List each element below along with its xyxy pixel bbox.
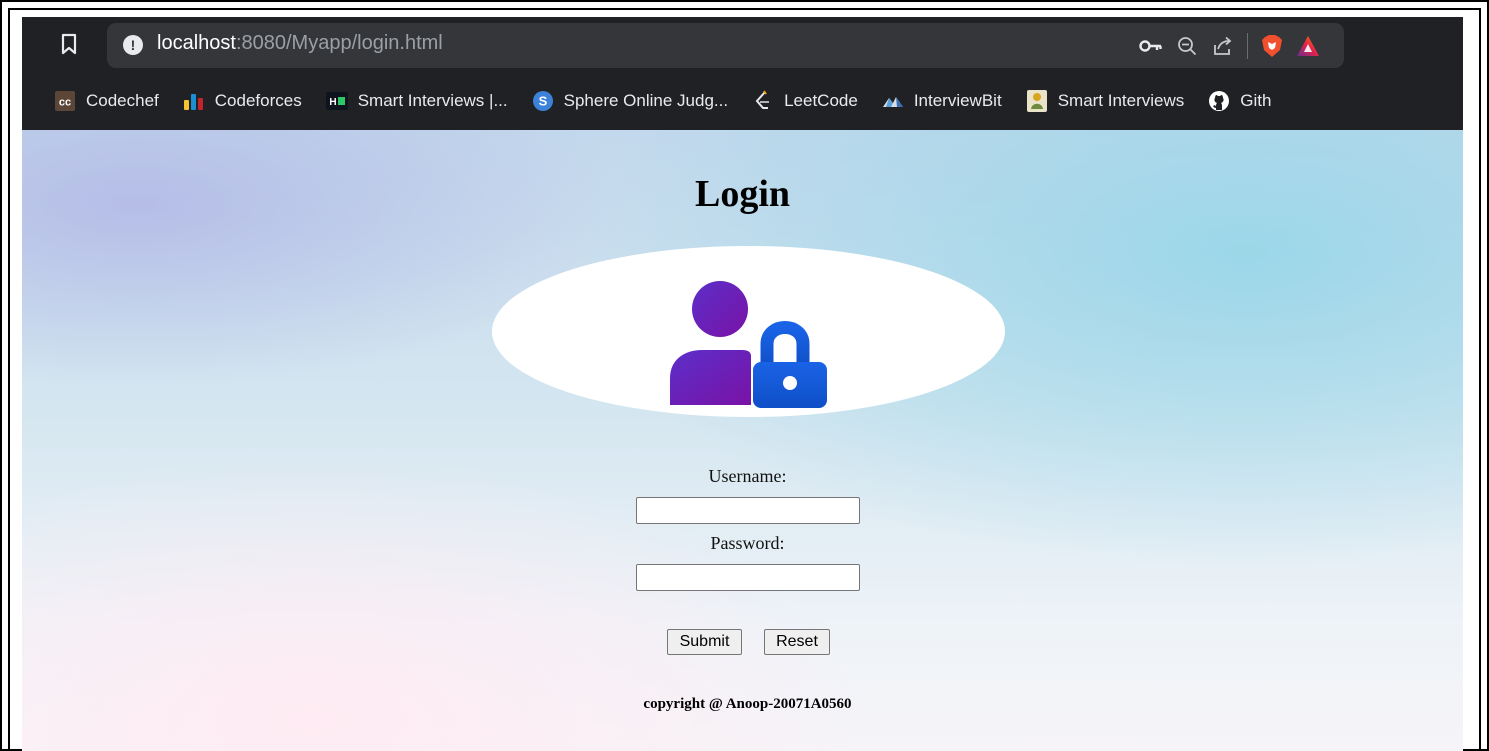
zoom-out-icon[interactable]: [1169, 30, 1205, 62]
brave-rewards-icon[interactable]: [1290, 30, 1326, 62]
bookmark-label: Smart Interviews |...: [357, 91, 508, 110]
address-bar[interactable]: ! localhost:8080/Myapp/login.html: [107, 23, 1344, 68]
bookmark-label: LeetCode: [784, 91, 858, 110]
toolbar-separator: [1247, 33, 1248, 59]
user-lock-icon: [670, 281, 827, 408]
bookmark-icon[interactable]: [56, 31, 82, 57]
url-text[interactable]: localhost:8080/Myapp/login.html: [157, 32, 443, 55]
password-input[interactable]: [636, 564, 860, 591]
svg-text:cc: cc: [59, 97, 71, 109]
page-title: Login: [694, 173, 791, 215]
bookmark-label: Smart Interviews: [1057, 91, 1185, 110]
copyright-text: copyright @ Anoop-20071A0560: [643, 696, 852, 712]
omnibox-icons: [1133, 30, 1326, 62]
bookmarks-bar: cc Codechef Codeforces H Smart Interview…: [22, 81, 1463, 121]
key-icon[interactable]: [1133, 30, 1169, 62]
bookmark-label: InterviewBit: [913, 91, 1002, 110]
codechef-icon: cc: [54, 90, 76, 112]
bookmark-interviewbit[interactable]: InterviewBit: [882, 90, 1002, 112]
password-label: Password:: [710, 533, 785, 553]
bookmark-label: Codechef: [86, 91, 159, 110]
bookmark-spoj[interactable]: S Sphere Online Judg...: [532, 90, 728, 112]
bookmark-label: Sphere Online Judg...: [563, 91, 729, 110]
bookmark-label: Gith: [1240, 91, 1272, 110]
share-icon[interactable]: [1205, 30, 1241, 62]
brave-shields-icon[interactable]: [1254, 30, 1290, 62]
site-info-icon[interactable]: !: [123, 35, 143, 55]
bookmark-codeforces[interactable]: Codeforces: [183, 90, 302, 112]
browser-window: ! localhost:8080/Myapp/login.html cc Cod…: [22, 17, 1463, 751]
svg-text:S: S: [538, 94, 547, 109]
smart-interviews-icon: [1026, 90, 1048, 112]
bookmark-label: Codeforces: [214, 91, 302, 110]
codeforces-icon: [183, 90, 205, 112]
github-icon: [1208, 90, 1230, 112]
bookmark-smart-interviews[interactable]: Smart Interviews: [1026, 90, 1185, 112]
browser-toolbar: ! localhost:8080/Myapp/login.html cc Cod…: [22, 17, 1463, 130]
url-host: localhost: [157, 32, 236, 54]
interviewbit-icon: [882, 90, 904, 112]
url-path: :8080/Myapp/login.html: [235, 32, 443, 54]
bookmark-smart-interviews-hr[interactable]: H Smart Interviews |...: [325, 90, 508, 112]
reset-button[interactable]: Reset: [764, 629, 830, 655]
submit-button[interactable]: Submit: [667, 629, 742, 655]
bookmark-github[interactable]: Gith: [1208, 90, 1271, 112]
bookmark-leetcode[interactable]: LeetCode: [752, 90, 858, 112]
username-input[interactable]: [636, 497, 860, 524]
leetcode-icon: [752, 90, 774, 112]
svg-text:H: H: [329, 97, 336, 108]
spoj-icon: S: [532, 90, 554, 112]
hackerrank-icon: H: [325, 90, 348, 112]
page-content: Login Username: Password: Submit Reset c…: [22, 130, 1463, 751]
bookmark-codechef[interactable]: cc Codechef: [54, 90, 159, 112]
username-label: Username:: [708, 466, 787, 486]
